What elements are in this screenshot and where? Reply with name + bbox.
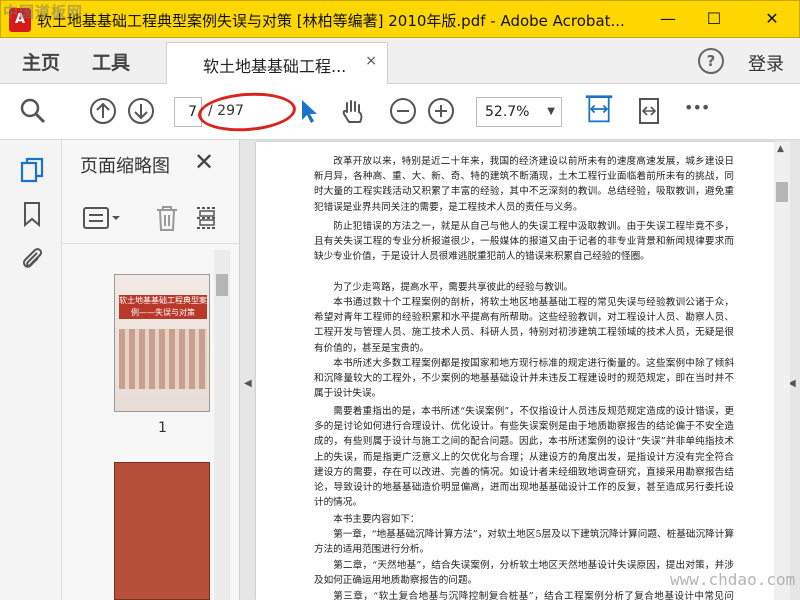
close-panel-icon[interactable]: ✕ [194,148,214,176]
next-page-icon[interactable] [126,96,156,126]
page-paragraph: 第三章，“软土复合地基与沉降控制复合桩基”，结合工程案例分析了复合地基设计中常见… [333,591,734,600]
cover-graphic [119,329,207,389]
page-paragraph: 需要着重指出的是，本书所述“失误案例”，不仅指设计人员违反规范规定造成的设计错误… [314,406,734,509]
thumbnail-panel: 页面缩略图 ✕ 软土地基基础工程典型案例——失误与对策 1 [62,140,240,600]
tab-home[interactable]: 主页 [22,48,60,75]
thumbnail-scroll-thumb[interactable] [216,274,228,296]
help-icon[interactable]: ? [698,48,724,74]
chevron-down-icon: ▼ [547,106,555,117]
extract-page-icon[interactable] [194,204,220,232]
thumbnail-options-icon[interactable] [82,206,120,230]
rotate-view-icon[interactable] [634,96,664,126]
document-scroll-thumb[interactable] [776,182,788,202]
page-paragraph: 第一章，“地基基础沉降计算方法”，对软土地区5层及以下建筑沉降计算问题、桩基础沉… [314,529,734,556]
page-paragraph: 本书所述大多数工程案例都是按国家和地方现行标准的规定进行衡量的。这些案例中除了倾… [314,358,734,400]
title-bar: A 软土地基基础工程典型案例失误与对策 [林柏等编著] 2010年版.pdf -… [0,0,800,38]
watermark-top-left: 中国道板网 [3,3,84,21]
page-paragraph: 本书通过数十个工程案例的剖析，将软土地区地基基础工程的常见失误与经验教训公诸于众… [314,297,734,354]
document-scrollbar[interactable]: ▲ [774,142,790,600]
tab-row: 主页 工具 软土地基基础工程... × ? 登录 [0,38,800,84]
thumbnail-tools [62,192,240,244]
minimize-button[interactable]: — [645,1,691,37]
previous-page-icon[interactable] [88,96,118,126]
watermark-bottom-right: www.chdao.com [670,570,796,589]
delete-page-icon[interactable] [154,204,180,232]
page-paragraph: 改革开放以来，特别是近二十年来，我国的经济建设以前所未有的速度高速发展，城乡建设… [314,156,734,213]
hand-tool-icon[interactable] [338,96,368,126]
zoom-value: 52.7% [485,104,530,120]
select-cursor-icon[interactable] [294,96,324,126]
zoom-dropdown[interactable]: 52.7% ▼ [476,97,562,127]
collapse-left-panel-icon[interactable]: ◀ [244,378,252,389]
login-button[interactable]: 登录 [748,50,784,76]
page-paragraph: 本书主要内容如下： [333,514,420,525]
thumbnail-scrollbar[interactable] [214,250,230,600]
close-window-button[interactable]: ✕ [749,1,795,37]
more-tools-icon[interactable]: ••• [684,98,710,117]
page-thumbnail-2[interactable] [114,462,210,600]
page-thumbnail-1[interactable]: 软土地基基础工程典型案例——失误与对策 [114,274,210,412]
page-paragraph: 防止犯错误的方法之一，就是从自己与他人的失误工程中汲取教训。由于失误工程毕竟不多… [314,221,734,263]
pdf-page: 改革开放以来，特别是近二十年来，我国的经济建设以前所未有的速度高速发展，城乡建设… [256,142,774,600]
tab-document-label: 软土地基基础工程... [203,57,347,76]
scroll-up-icon[interactable]: ▲ [777,144,784,154]
window-title: 软土地基基础工程典型案例失误与对策 [林柏等编著] 2010年版.pdf - A… [37,12,625,30]
page-thumbnails-icon[interactable] [18,156,46,184]
zoom-out-icon[interactable] [388,96,418,126]
page-thumbnail-1-label: 1 [158,420,167,436]
thumbnail-panel-title: 页面缩略图 [80,156,170,177]
tab-tools[interactable]: 工具 [92,48,130,75]
cover-title-band: 软土地基基础工程典型案例——失误与对策 [119,295,207,319]
fit-width-icon[interactable] [584,94,614,124]
attachment-icon[interactable] [18,244,46,272]
bookmark-icon[interactable] [18,200,46,228]
zoom-in-icon[interactable] [426,96,456,126]
tab-close-icon[interactable]: × [365,53,377,69]
search-icon[interactable] [18,96,48,126]
left-rail [0,140,62,600]
maximize-button[interactable]: ☐ [691,1,737,37]
toolbar: 7 / 297 52.7% ▼ ••• [0,84,800,140]
tab-document[interactable]: 软土地基基础工程... × [166,42,388,84]
page-paragraph: 为了少走弯路，提高水平，需要共享彼此的经验与教训。 [333,282,574,293]
